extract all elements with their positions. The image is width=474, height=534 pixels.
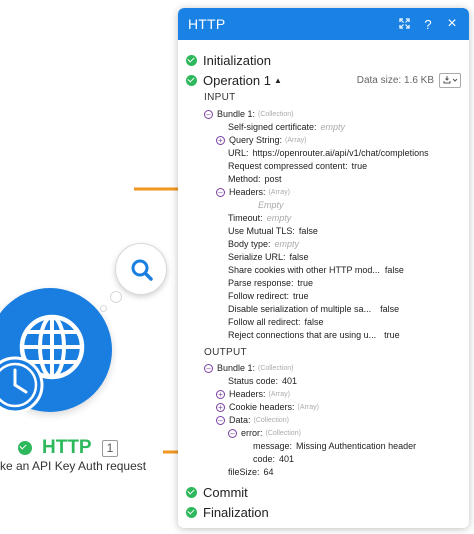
- search-icon: [131, 259, 153, 281]
- expand-plus-icon[interactable]: +: [216, 135, 225, 145]
- expand-plus-icon[interactable]: +: [216, 389, 225, 399]
- data-size: Data size: 1.6 KB: [356, 74, 434, 86]
- panel-title: HTTP: [188, 16, 226, 32]
- section-initialization[interactable]: Initialization: [186, 50, 461, 70]
- input-method: Method: post: [228, 174, 282, 184]
- clock-icon[interactable]: [0, 356, 44, 414]
- output-error-message: message: Missing Authentication header: [253, 441, 417, 451]
- section-operation-1[interactable]: Operation 1 ▲ Data size: 1.6 KB: [186, 70, 461, 90]
- input-serialize-url: Serialize URL: false: [228, 252, 309, 262]
- input-headers[interactable]: – Headers: (Array): [216, 187, 290, 197]
- input-self-signed: Self-signed certificate: empty: [228, 122, 346, 132]
- input-timeout: Timeout: empty: [228, 213, 292, 223]
- input-follow-redirect: Follow redirect: true: [228, 291, 309, 301]
- output-headers[interactable]: + Headers: (Array): [216, 389, 290, 399]
- check-icon: [186, 486, 197, 498]
- check-icon: [186, 74, 197, 86]
- input-disable-serialization: Disable serialization of multiple sa... f…: [228, 304, 400, 314]
- input-label: INPUT: [204, 92, 236, 103]
- output-error[interactable]: – error: (Collection): [228, 428, 301, 438]
- collapse-icon[interactable]: –: [216, 415, 225, 425]
- section-finalization[interactable]: Finalization: [186, 502, 461, 522]
- collapse-icon[interactable]: –: [204, 363, 213, 373]
- input-query-string[interactable]: + Query String: (Array): [216, 135, 306, 145]
- download-button[interactable]: [439, 72, 461, 88]
- input-parse-response: Parse response: true: [228, 278, 314, 288]
- output-error-code: code: 401: [253, 454, 295, 464]
- module-label: HTTP 1: [18, 437, 119, 459]
- http-output-panel: HTTP ? × Initialization Operation 1 ▲ Da…: [178, 8, 469, 528]
- panel-header: HTTP ? ×: [178, 8, 469, 40]
- section-commit[interactable]: Commit: [186, 482, 461, 502]
- module-name: HTTP: [42, 437, 92, 458]
- help-icon[interactable]: ?: [421, 17, 435, 32]
- caret-up-icon[interactable]: ▲: [274, 76, 282, 85]
- input-url: URL: https://openrouter.ai/api/v1/chat/co…: [228, 148, 429, 158]
- module-subtitle: ke an API Key Auth request: [0, 459, 147, 473]
- scenario-canvas: HTTP 1 ke an API Key Auth request: [0, 0, 227, 534]
- input-follow-all-redirect: Follow all redirect: false: [228, 317, 324, 327]
- thought-dot: [110, 291, 122, 303]
- check-icon: [18, 441, 32, 455]
- output-bundle-1[interactable]: – Bundle 1: (Collection): [204, 363, 293, 373]
- collapse-icon[interactable]: –: [228, 428, 237, 438]
- expand-plus-icon[interactable]: +: [216, 402, 225, 412]
- input-headers-empty: Empty: [258, 200, 284, 210]
- input-bundle-1[interactable]: – Bundle 1: (Collection): [204, 109, 293, 119]
- output-status-code: Status code: 401: [228, 376, 298, 386]
- collapse-icon[interactable]: –: [216, 187, 225, 197]
- close-icon[interactable]: ×: [445, 15, 459, 33]
- output-label: OUTPUT: [204, 347, 247, 358]
- input-reject-connections: Reject connections that are using u... tr…: [228, 330, 400, 340]
- thought-dot-small: [100, 305, 107, 312]
- input-mutual-tls: Use Mutual TLS: false: [228, 226, 318, 236]
- input-request-compressed: Request compressed content: true: [228, 161, 368, 171]
- collapse-icon[interactable]: –: [204, 109, 213, 119]
- output-data[interactable]: – Data: (Collection): [216, 415, 289, 425]
- check-icon: [186, 506, 197, 518]
- output-cookie-headers[interactable]: + Cookie headers: (Array): [216, 402, 319, 412]
- input-body-type: Body type: empty: [228, 239, 300, 249]
- search-bubble[interactable]: [115, 243, 167, 295]
- module-count-badge[interactable]: 1: [101, 439, 119, 457]
- download-icon: [443, 76, 457, 84]
- input-share-cookies: Share cookies with other HTTP mod... fals…: [228, 265, 404, 275]
- check-icon: [186, 54, 197, 66]
- expand-icon[interactable]: [397, 17, 411, 32]
- output-filesize: fileSize: 64: [228, 467, 274, 477]
